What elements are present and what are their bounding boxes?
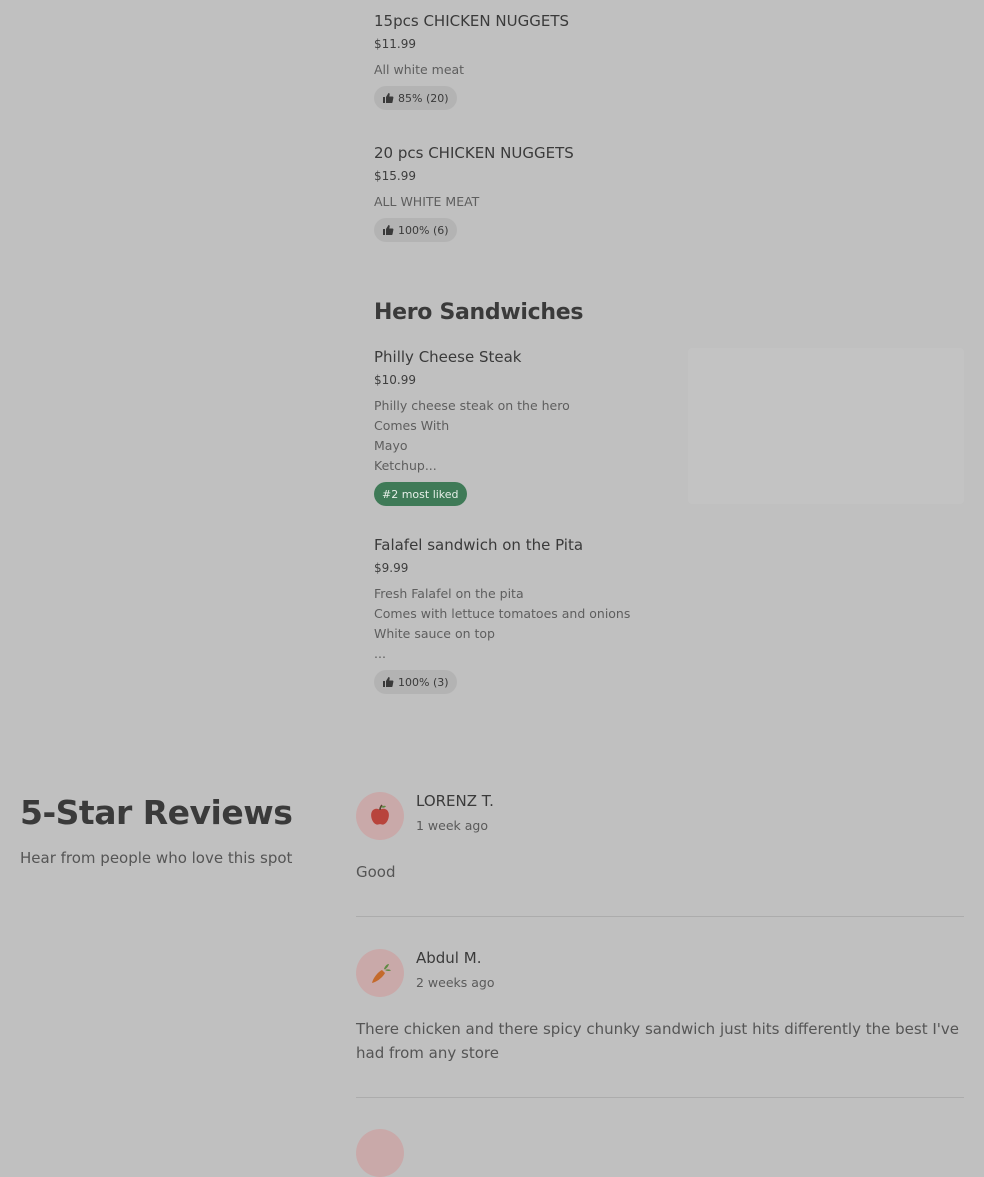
item-name: Falafel sandwich on the Pita (374, 536, 584, 554)
review-date: 2 weeks ago (416, 975, 495, 990)
avatar (356, 792, 404, 840)
thumbs-up-icon (383, 225, 394, 235)
divider (356, 1097, 964, 1098)
item-image[interactable] (688, 348, 964, 504)
item-price: $9.99 (374, 561, 409, 575)
item-description: Fresh Falafel on the pita Comes with let… (374, 586, 631, 661)
item-description: Philly cheese steak on the hero Comes Wi… (374, 398, 570, 473)
menu-item[interactable]: 20 pcs CHICKEN NUGGETS $15.99 ALL WHITE … (374, 143, 674, 242)
item-description: ALL WHITE MEAT (374, 194, 480, 209)
item-price: $10.99 (374, 373, 416, 387)
thumbs-up-icon (383, 93, 394, 103)
rating-text: 100% (3) (398, 675, 449, 689)
item-price: $11.99 (374, 37, 416, 51)
rating-badge: 85% (20) (374, 86, 457, 110)
apple-icon (371, 804, 389, 825)
most-liked-badge: #2 most liked (374, 482, 467, 506)
item-name: 15pcs CHICKEN NUGGETS (374, 12, 569, 30)
avatar (356, 1129, 404, 1177)
item-description: All white meat (374, 62, 465, 77)
item-price: $15.99 (374, 169, 416, 183)
reviewer-name: LORENZ T. (416, 792, 494, 810)
reviews-subheading: Hear from people who love this spot (20, 849, 293, 867)
reviewer-name: Abdul M. (416, 949, 482, 967)
rating-badge: 100% (6) (374, 218, 457, 242)
divider (356, 916, 964, 917)
review-text: Good (356, 863, 396, 881)
menu-item[interactable]: Philly Cheese Steak $10.99 Philly cheese… (374, 347, 674, 506)
avatar (356, 949, 404, 997)
review-text: There chicken and there spicy chunky san… (356, 1020, 959, 1062)
item-name: Philly Cheese Steak (374, 348, 522, 366)
section-title: Hero Sandwiches (374, 300, 584, 325)
rating-badge: 100% (3) (374, 670, 457, 694)
review-date: 1 week ago (416, 818, 488, 833)
thumbs-up-icon (383, 677, 394, 687)
reviews-heading: 5-Star Reviews (20, 793, 293, 832)
carrot-icon (372, 964, 391, 983)
item-name: 20 pcs CHICKEN NUGGETS (374, 144, 574, 162)
menu-item[interactable]: Falafel sandwich on the Pita $9.99 Fresh… (374, 535, 674, 694)
menu-item[interactable]: 15pcs CHICKEN NUGGETS $11.99 All white m… (374, 11, 674, 110)
rating-text: 85% (20) (398, 91, 449, 105)
rating-text: 100% (6) (398, 223, 449, 237)
